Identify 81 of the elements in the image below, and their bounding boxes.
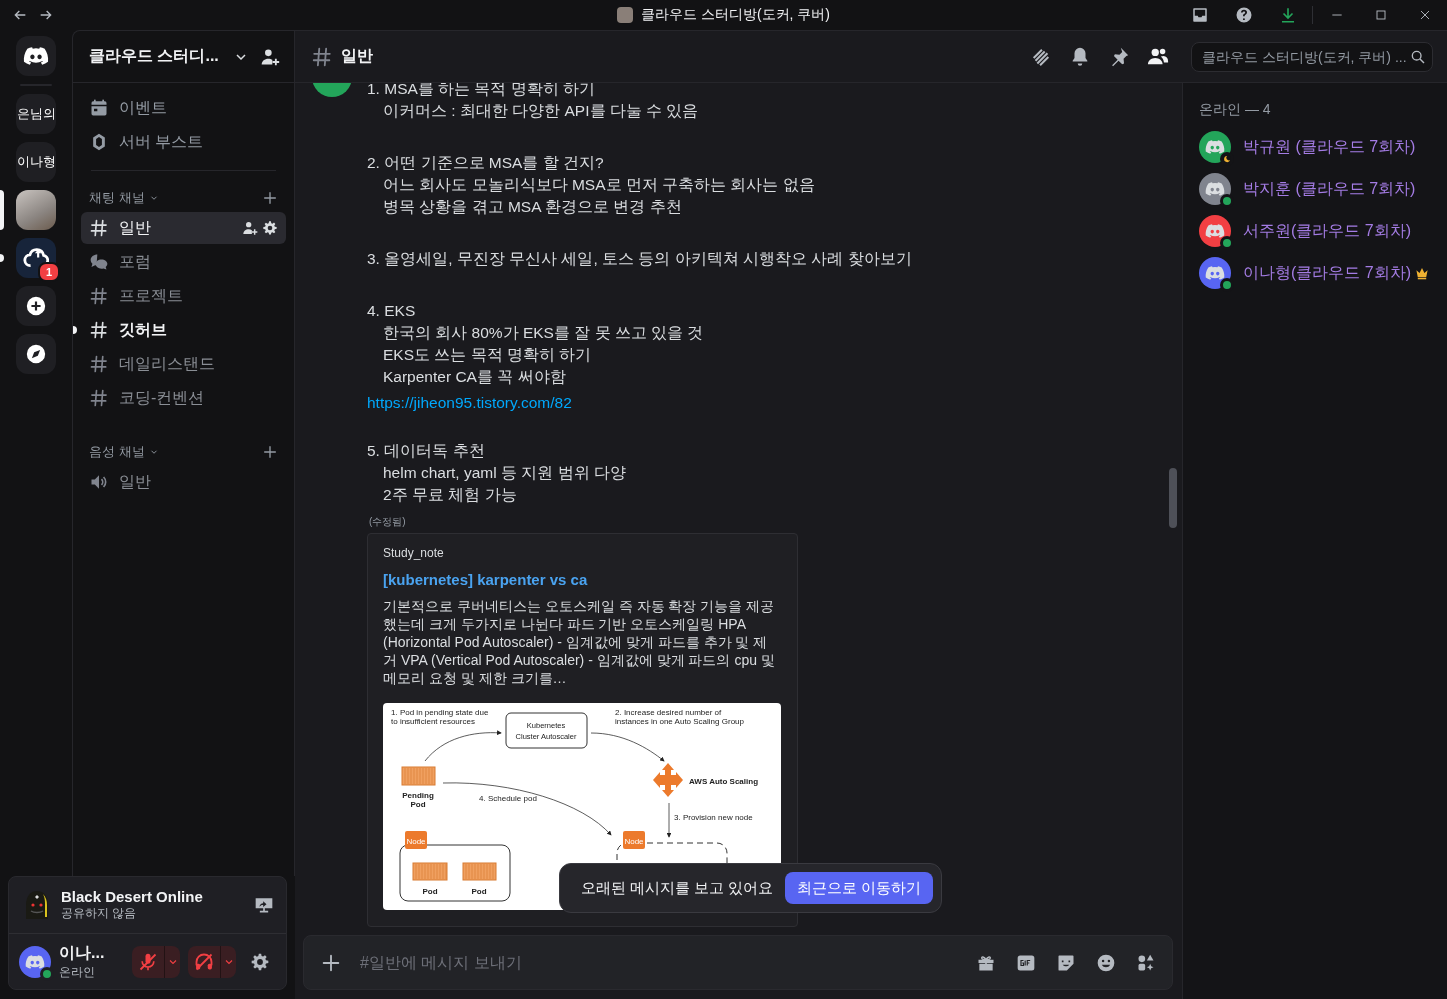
channel-title: 일반 [341,46,373,66]
server-button[interactable]: 이나형 [16,142,56,182]
game-title: Black Desert Online [61,888,203,905]
embed-title-link[interactable]: [kubernetes] karpenter vs ca [383,571,588,588]
compass-icon [25,343,47,365]
channel-item[interactable]: 프로젝트 [81,280,286,312]
home-button[interactable] [16,36,56,76]
hash-icon [89,354,109,374]
activity-status: 공유하지 않음 [61,905,138,922]
add-server-button[interactable] [16,286,56,326]
channel-item[interactable]: 일반 [81,466,286,498]
hash-icon [89,218,109,238]
maximize-icon[interactable] [1373,7,1389,23]
plus-icon[interactable] [262,190,278,206]
username: 이나... [59,942,105,963]
hash-icon [89,320,109,340]
unread-indicator [73,326,77,334]
member-item[interactable]: 박규원 (클라우드 7회차) [1199,126,1439,168]
inbox-icon[interactable] [1191,6,1209,24]
message-text: EKS도 쓰는 목적 명확히 하기 [382,345,593,365]
channel-item[interactable]: 포럼 [81,246,286,278]
hash-icon [89,388,109,408]
category-header[interactable]: 채팅 채널 [89,189,145,207]
member-item[interactable]: 서주원(클라우드 7회차) [1199,210,1439,252]
jump-to-present-button[interactable]: 최근으로 이동하기 [785,872,934,904]
message-text: Karpenter CA를 꼭 써야함 [382,367,567,387]
channel-item[interactable]: 일반 [81,212,286,244]
notification-badge: 1 [38,262,60,282]
message-text: 5. 데이터독 추천 [367,441,486,461]
plus-icon[interactable] [262,444,278,460]
settings-icon[interactable] [262,220,278,236]
message-text: 2주 무료 체험 가능 [382,485,518,505]
section-heading: 온라인 — 4 [1199,101,1272,119]
window-title: 클라우드 스터디방(도커, 쿠버) [641,6,830,24]
edited-label: (수정됨) [369,515,407,529]
message-text: 1. MSA를 하는 목적 명확히 하기 [367,83,597,99]
boost-item[interactable]: 서버 부스트 [81,125,212,159]
hash-icon [89,286,109,306]
embed-provider: Study_note [383,546,445,560]
message-text: 병목 상황을 겪고 MSA 환경으로 변경 추천 [382,197,683,217]
search-icon[interactable] [1410,48,1426,65]
link[interactable]: https://jiheon95.tistory.com/82 [367,392,572,414]
emoji-icon[interactable] [1096,952,1116,973]
download-icon[interactable] [1279,6,1297,24]
forum-icon [89,252,109,272]
calendar-icon [89,98,109,118]
server-button[interactable]: 은님의 [16,94,56,134]
server-name[interactable]: 클라우드 스터디... [89,46,219,67]
events-item[interactable]: 이벤트 [81,91,175,125]
muted-headset-icon [194,951,214,972]
hash-icon [311,45,333,68]
discover-button[interactable] [16,334,56,374]
message-text: 3. 올영세일, 무진장 무신사 세일, 토스 등의 아키텍쳐 시행착오 사례 찾아보기 [367,249,913,269]
user-status: 온라인 [59,963,96,981]
search-field[interactable]: 클라우드 스터디방(도커, 쿠버) ... [1191,41,1433,72]
channel-item[interactable]: 데일리스탠드 [81,348,286,380]
settings-icon [250,951,270,972]
notice-text: 오래된 메시지를 보고 있어요 [581,878,774,898]
message-text: helm chart, yaml 등 지원 범위 다양 [382,463,627,483]
message-text: 4. EKS [367,301,417,321]
screen-share-icon[interactable] [254,895,274,915]
channel-item[interactable]: 깃허브 [81,314,286,346]
message-text: 어느 회사도 모놀리식보다 MSA로 먼저 구축하는 회사는 없음 [382,175,816,195]
invite-icon[interactable] [242,220,258,236]
message-text: 2. 어떤 기준으로 MSA를 할 건지? [367,153,605,173]
server-avatar-icon [617,7,633,23]
message-field[interactable]: #일반에 메시지 보내기 [358,952,960,973]
photo-placeholder[interactable] [16,190,56,230]
message-box[interactable]: #일반에 메시지 보내기 [303,935,1173,990]
apps-icon[interactable] [1136,952,1156,973]
muted-microphone-icon [138,951,158,972]
member-item[interactable]: 박지훈 (클라우드 7회차) [1199,168,1439,210]
help-icon[interactable] [1235,6,1253,24]
user-avatar[interactable] [19,945,51,978]
message-text: 이커머스 : 최대한 다양한 API를 다눌 수 있음 [382,101,700,121]
message-text: 한국의 회사 80%가 EKS를 잘 못 쓰고 있을 것 [382,323,705,343]
channel-item[interactable]: 코딩-컨벤션 [81,382,286,414]
scrollbar-thumb[interactable] [1169,468,1177,528]
embed-description: 기본적으로 쿠버네티스는 오토스케일 즉 자동 확장 기능을 제공했는데 크게 두가지로 나뉜다 파드 기반 오토스케일링 HPA (Horizontal Pod Autoscaler) - 임계값에 맞게 파드를 추가 및 제거 VPA (Vertical Pod Autoscaler) - 임계값에 맞게 파드의 cpu 및 메모리 요청 및 제한 크기를… [383,597,776,687]
category-header[interactable]: 음성 채널 [89,443,145,461]
member-item[interactable]: 이나형(클라우드 7회차) [1199,252,1439,294]
